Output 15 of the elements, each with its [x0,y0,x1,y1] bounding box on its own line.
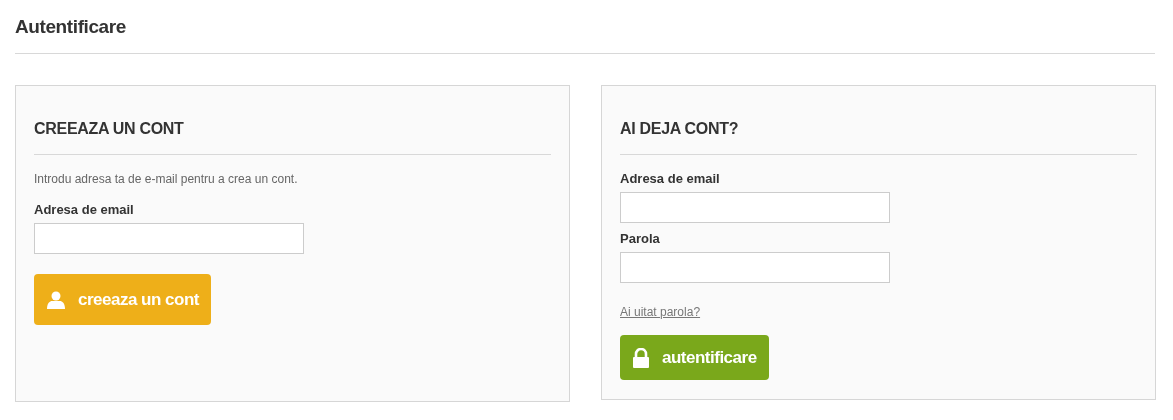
field-label: Parola [620,231,660,246]
field-label: Adresa de email [620,171,720,186]
input-field[interactable] [34,223,304,254]
input-field[interactable] [620,252,890,283]
lock-icon [632,347,650,368]
field-label: Adresa de email [34,202,134,217]
input-field[interactable] [620,192,890,223]
panel-heading: CREEAZA UN CONT [34,119,184,139]
create-account-button[interactable]: creeaza un cont [34,274,211,325]
person-icon [46,289,66,310]
panel-heading: AI DEJA CONT? [620,119,739,139]
login-button[interactable]: autentificare [620,335,769,380]
forgot-password-link[interactable]: Ai uitat parola? [620,305,701,319]
instruction-text: Introdu adresa ta de e-mail pentru a crea un cont. [34,172,298,186]
page-title: Autentificare [15,15,126,39]
